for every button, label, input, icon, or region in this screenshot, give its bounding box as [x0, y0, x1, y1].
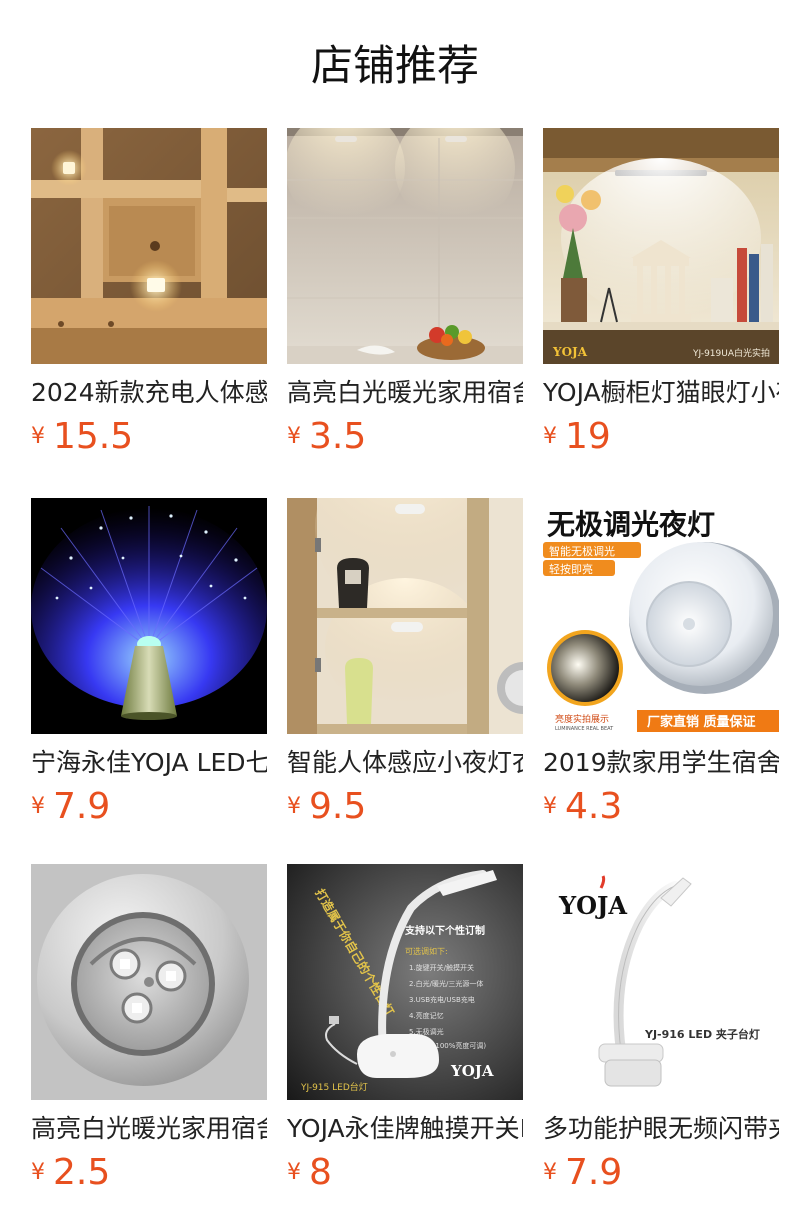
brand-logo-text: YOJA	[450, 1062, 494, 1080]
product-image-kitchen-cabinet-light[interactable]	[287, 128, 523, 364]
product-card[interactable]: YOJA YJ-919UA白光实拍 YOJA橱柜灯猫眼灯小夜灯 ¥19	[543, 128, 779, 458]
product-card[interactable]: 无极调光夜灯 智能无极调光 轻按即亮 亮度实拍展示 LUMINANCE REAL…	[543, 498, 779, 828]
price-value: 4.3	[565, 786, 623, 827]
product-name[interactable]: 2019款家用学生宿舍小夜灯	[543, 746, 779, 780]
price-value: 7.9	[565, 1152, 623, 1193]
brand-logo-text: YOJA	[552, 345, 588, 359]
image-caption: YJ-919UA白光实拍	[692, 347, 770, 359]
image-caption: 亮度实拍展示	[555, 713, 609, 725]
product-name[interactable]: 宁海永佳YOJA LED七彩光纤灯	[31, 746, 267, 780]
price-value: 3.5	[309, 416, 367, 457]
product-price: ¥15.5	[31, 414, 133, 460]
product-card[interactable]: YOJA YJ-916 LED 夹子台灯 多功能护眼无频闪带夹子台灯 ¥7.9	[543, 864, 779, 1194]
image-option: 2.白光/暖光/三光源一体	[409, 979, 483, 988]
image-caption: YJ-916 LED 夹子台灯	[644, 1027, 760, 1041]
product-image-stair-night-light[interactable]	[31, 128, 267, 364]
product-image-tap-push-light[interactable]	[31, 864, 267, 1100]
image-option: 4.亮度记忆	[409, 1011, 444, 1020]
currency-symbol: ¥	[543, 794, 557, 819]
image-headline: 无极调光夜灯	[547, 508, 715, 541]
product-price: ¥4.3	[543, 784, 622, 830]
image-option: 1.旋键开关/触摸开关	[409, 963, 474, 972]
price-value: 9.5	[309, 786, 367, 827]
currency-symbol: ¥	[31, 794, 45, 819]
product-name[interactable]: 高亮白光暖光家用宿舍橱柜灯	[287, 376, 523, 410]
product-card[interactable]: 高亮白光暖光家用宿舍拍拍灯 ¥2.5	[31, 864, 267, 1194]
product-price: ¥9.5	[287, 784, 366, 830]
product-price: ¥3.5	[287, 414, 366, 460]
price-value: 19	[565, 416, 611, 457]
price-value: 15.5	[53, 416, 134, 457]
image-tag-2: 轻按即亮	[549, 562, 593, 576]
product-image-fiber-optic-lamp[interactable]	[31, 498, 267, 734]
product-image-clip-lamp[interactable]: YOJA YJ-916 LED 夹子台灯	[543, 864, 779, 1100]
product-name[interactable]: 多功能护眼无频闪带夹子台灯	[543, 1112, 779, 1146]
product-name[interactable]: 高亮白光暖光家用宿舍拍拍灯	[31, 1112, 267, 1146]
price-value: 8	[309, 1152, 332, 1193]
currency-symbol: ¥	[31, 424, 45, 449]
product-name[interactable]: YOJA永佳牌触摸开关LED台灯	[287, 1112, 523, 1146]
product-name[interactable]: 2024新款充电人体感应小夜灯	[31, 376, 267, 410]
product-price: ¥7.9	[543, 1150, 622, 1196]
product-card[interactable]: 高亮白光暖光家用宿舍橱柜灯 ¥3.5	[287, 128, 523, 458]
product-image-usb-desk-lamp[interactable]: 打造属于你自己的个性台灯 支持以下个性订制 可选调如下: 1.旋键开关/触摸开关…	[287, 864, 523, 1100]
brand-logo-text: YOJA	[558, 891, 627, 920]
product-card[interactable]: 宁海永佳YOJA LED七彩光纤灯 ¥7.9	[31, 498, 267, 828]
product-price: ¥2.5	[31, 1150, 110, 1196]
product-image-dimmable-night-light[interactable]: 无极调光夜灯 智能无极调光 轻按即亮 亮度实拍展示 LUMINANCE REAL…	[543, 498, 779, 734]
currency-symbol: ¥	[543, 424, 557, 449]
image-option: 3.USB充电/USB充电	[409, 995, 475, 1004]
currency-symbol: ¥	[543, 1160, 557, 1185]
currency-symbol: ¥	[31, 1160, 45, 1185]
product-card[interactable]: 打造属于你自己的个性台灯 支持以下个性订制 可选调如下: 1.旋键开关/触摸开关…	[287, 864, 523, 1194]
product-name[interactable]: YOJA橱柜灯猫眼灯小夜灯	[543, 376, 779, 410]
product-image-shelf-light-bar[interactable]: YOJA YJ-919UA白光实拍	[543, 128, 779, 364]
image-banner: 厂家直销 质量保证	[647, 714, 756, 730]
product-price: ¥8	[287, 1150, 332, 1196]
currency-symbol: ¥	[287, 424, 301, 449]
currency-symbol: ¥	[287, 1160, 301, 1185]
image-tag-1: 智能无极调光	[549, 544, 615, 558]
image-caption: YJ-915 LED台灯	[300, 1081, 368, 1093]
price-value: 2.5	[53, 1152, 111, 1193]
currency-symbol: ¥	[287, 794, 301, 819]
product-price: ¥19	[543, 414, 611, 460]
product-card[interactable]: 智能人体感应小夜灯衣柜灯 ¥9.5	[287, 498, 523, 828]
image-sub: 可选调如下:	[405, 946, 448, 956]
image-title: 支持以下个性订制	[404, 924, 485, 937]
product-name[interactable]: 智能人体感应小夜灯衣柜灯	[287, 746, 523, 780]
product-price: ¥7.9	[31, 784, 110, 830]
product-image-wardrobe-puck-light[interactable]	[287, 498, 523, 734]
section-title: 店铺推荐	[310, 41, 479, 90]
product-card[interactable]: 2024新款充电人体感应小夜灯 ¥15.5	[31, 128, 267, 458]
price-value: 7.9	[53, 786, 111, 827]
image-caption-en: LUMINANCE REAL BEAT	[555, 726, 614, 732]
